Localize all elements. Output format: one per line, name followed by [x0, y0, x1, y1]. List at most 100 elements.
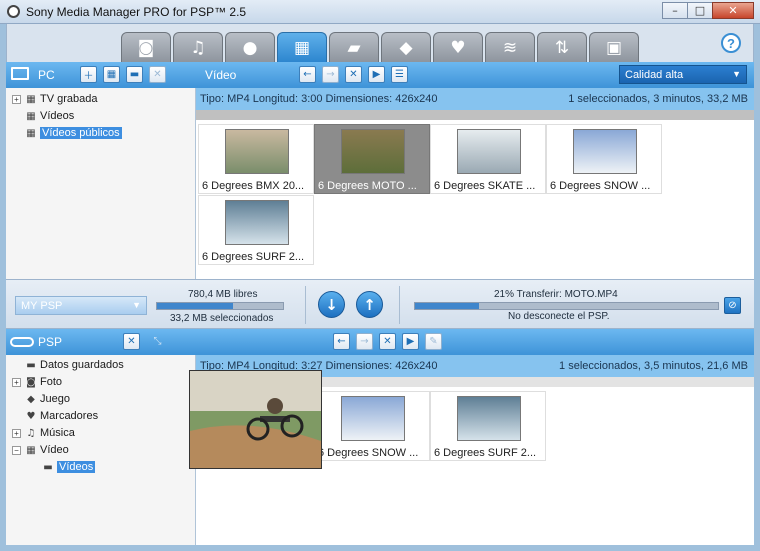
- tree-item-datos-guardados[interactable]: ▬ Datos guardados: [25, 357, 124, 373]
- pc-label: PC: [38, 68, 55, 82]
- tree-item-label: Vídeos: [57, 461, 96, 473]
- divider: [399, 286, 400, 324]
- tab-heart-icon[interactable]: ♥: [433, 32, 483, 62]
- video-thumbnail[interactable]: 6 Degrees SURF 2...: [430, 391, 546, 461]
- minimize-button[interactable]: –: [662, 2, 688, 19]
- tree-item-foto[interactable]: + ◙ Foto: [12, 374, 62, 390]
- music-icon: ♫: [190, 37, 206, 58]
- device-select[interactable]: MY PSP ▼: [15, 296, 147, 315]
- collapse-icon[interactable]: ⤡: [149, 333, 166, 350]
- tab-games-folder-icon[interactable]: ▰: [329, 32, 379, 62]
- video-thumbnail[interactable]: 6 Degrees MOTO ...: [314, 124, 430, 194]
- disc-icon: ●: [242, 37, 258, 58]
- expand-toggle[interactable]: +: [12, 94, 21, 104]
- tree-item-tv-grabada[interactable]: + ▦ TV grabada: [12, 91, 97, 107]
- tree-item-marcadores[interactable]: ♥ Marcadores: [25, 408, 99, 424]
- pc-panel-header: PC ＋ ▦ ▬ ✕: [6, 62, 196, 88]
- tree-item-label: Foto: [40, 376, 63, 388]
- video-icon: ▦: [293, 37, 311, 58]
- tab-sort-icon[interactable]: ⇅: [537, 32, 587, 62]
- selected-size-text: 33,2 MB seleccionados: [170, 313, 274, 324]
- tree-item-juego[interactable]: ◆ Juego: [25, 391, 70, 407]
- psp-content-header: ← → ✕ ▶ ✎: [196, 329, 754, 355]
- forward-button[interactable]: →: [356, 333, 373, 350]
- transfer-progress-fill: [415, 303, 479, 309]
- delete-button[interactable]: ✕: [379, 333, 396, 350]
- selection-summary: 1 seleccionados, 3 minutos, 33,2 MB: [568, 93, 748, 105]
- thumbnail-caption: 6 Degrees SNOW ...: [550, 180, 651, 192]
- video-thumbnail[interactable]: 6 Degrees SNOW ...: [546, 124, 662, 194]
- grid-divider: [196, 110, 754, 120]
- details-button[interactable]: ☰: [391, 66, 408, 83]
- psp-label: PSP: [38, 335, 63, 349]
- video-folder-icon: ▦: [26, 93, 36, 105]
- music-icon: ♫: [26, 427, 36, 439]
- delete-folder-button[interactable]: ✕: [123, 333, 140, 350]
- thumbnail-image: [225, 200, 289, 245]
- delete-button[interactable]: ✕: [345, 66, 362, 83]
- tree-item-musica[interactable]: + ♫ Música: [12, 425, 75, 441]
- thumbnail-caption: 6 Degrees SNOW ...: [318, 447, 419, 459]
- video-folder-button[interactable]: ▦: [103, 66, 120, 83]
- back-button[interactable]: ←: [333, 333, 350, 350]
- thumbnail-image: [225, 129, 289, 174]
- tab-camera-icon[interactable]: ◙: [121, 32, 171, 62]
- psp-device-icon: [10, 337, 34, 347]
- play-button[interactable]: ▶: [368, 66, 385, 83]
- transfer-status: 21% Transferir: MOTO.MP4: [494, 289, 618, 300]
- folder-icon: ▬: [43, 461, 53, 473]
- tree-item-video[interactable]: − ▦ Vídeo: [12, 442, 69, 458]
- transfer-progress: [414, 302, 719, 310]
- tree-item-label: Datos guardados: [40, 359, 124, 371]
- maximize-button[interactable]: □: [687, 2, 713, 19]
- gamepad-icon: ◆: [399, 37, 413, 58]
- pc-media-grid: 6 Degrees BMX 20... 6 Degrees MOTO ... 6 D…: [196, 110, 754, 279]
- psp-panel-header: PSP ✕ ⤡: [6, 329, 196, 355]
- video-thumbnail[interactable]: 6 Degrees SURF 2...: [198, 195, 314, 265]
- video-thumbnail[interactable]: 6 Degrees BMX 20...: [198, 124, 314, 194]
- tree-item-videos-publicos[interactable]: ▦ Vídeos públicos: [25, 125, 122, 141]
- tab-music-icon[interactable]: ♫: [173, 32, 223, 62]
- device-select-value: MY PSP: [21, 299, 63, 312]
- remove-folder-button[interactable]: ✕: [149, 66, 166, 83]
- forward-button[interactable]: →: [322, 66, 339, 83]
- open-folder-button[interactable]: ▬: [126, 66, 143, 83]
- tab-disc-icon[interactable]: ●: [225, 32, 275, 62]
- tree-item-label: Vídeos: [40, 110, 75, 122]
- add-folder-button[interactable]: ＋: [80, 66, 97, 83]
- tree-item-videos[interactable]: ▦ Vídeos: [25, 108, 74, 124]
- edit-button[interactable]: ✎: [425, 333, 442, 350]
- tab-gamepad-icon[interactable]: ◆: [381, 32, 431, 62]
- psp-folder-tree: ▬ Datos guardados + ◙ Foto ◆ Juego ♥ Mar…: [6, 355, 196, 545]
- expand-toggle[interactable]: +: [12, 428, 21, 438]
- close-button[interactable]: ✕: [712, 2, 754, 19]
- free-space-text: 780,4 MB libres: [188, 289, 258, 300]
- video-thumbnail[interactable]: 6 Degrees SKATE ...: [430, 124, 546, 194]
- collapse-toggle[interactable]: −: [12, 445, 21, 455]
- thumbnail-caption: 6 Degrees SURF 2...: [434, 447, 537, 459]
- tab-rss-icon[interactable]: ≋: [485, 32, 535, 62]
- storage-bar: [156, 302, 284, 310]
- tree-item-videos[interactable]: ▬ Vídeos: [42, 459, 96, 475]
- tab-video-icon[interactable]: ▦: [277, 32, 327, 62]
- upload-arrow-button[interactable]: ↑: [356, 291, 383, 318]
- tree-item-label: TV grabada: [40, 93, 98, 105]
- video-folder-icon: ▦: [26, 444, 36, 456]
- cancel-transfer-button[interactable]: ⊘: [724, 297, 741, 314]
- quality-select[interactable]: Calidad alta ▼: [619, 65, 747, 84]
- storage-bar-fill: [157, 303, 233, 309]
- video-folder-icon: ▦: [26, 127, 36, 139]
- download-arrow-button[interactable]: ↓: [318, 291, 345, 318]
- video-thumbnail[interactable]: 6 Degrees SNOW ...: [314, 391, 430, 461]
- play-button[interactable]: ▶: [402, 333, 419, 350]
- help-icon[interactable]: ?: [721, 33, 741, 53]
- heart-icon: ♥: [26, 410, 36, 422]
- thumbnail-image: [457, 129, 521, 174]
- expand-toggle[interactable]: +: [12, 377, 21, 387]
- back-button[interactable]: ←: [299, 66, 316, 83]
- thumbnail-image: [457, 396, 521, 441]
- pc-folder-tree: + ▦ TV grabada ▦ Vídeos ▦ Vídeos público…: [6, 88, 196, 279]
- tab-toolbox-icon[interactable]: ▣: [589, 32, 639, 62]
- title-bar: Sony Media Manager PRO for PSP™ 2.5 – □ …: [0, 0, 760, 24]
- tree-item-label: Marcadores: [40, 410, 99, 422]
